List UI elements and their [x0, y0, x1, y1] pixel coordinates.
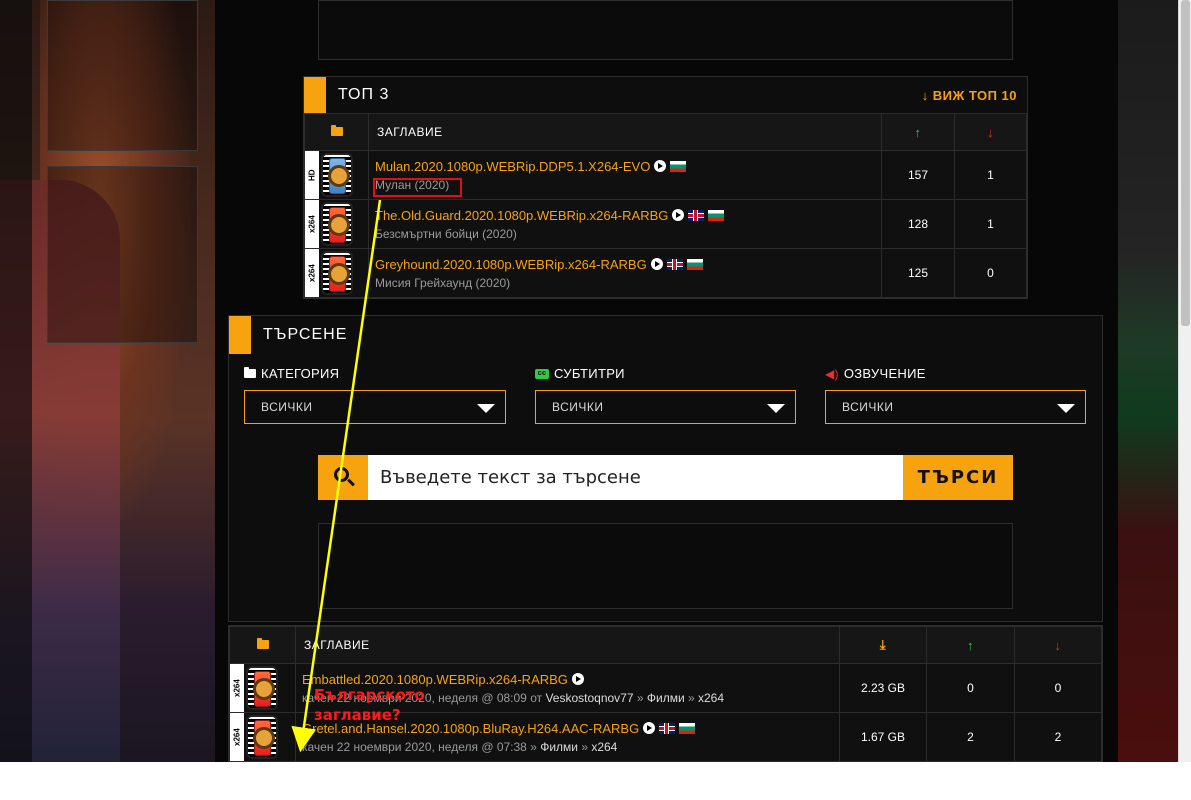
ad-box-top — [318, 0, 1013, 60]
top3-table: ЗАГЛАВИЕ ↑ ↓ HD Mulan.2020.1080p.WEBRip.… — [304, 113, 1027, 298]
category-thumbnail[interactable]: HD — [305, 151, 355, 199]
category-thumbnail[interactable]: x264 — [305, 249, 355, 297]
col-title[interactable]: ЗАГЛАВИЕ — [295, 626, 840, 664]
caret-down-icon — [767, 404, 785, 413]
leechers: 0 — [954, 248, 1027, 298]
play-icon[interactable] — [654, 160, 667, 172]
top3-title: ТОП 3 — [338, 86, 390, 103]
arrow-down-icon: ↓ — [921, 88, 929, 103]
search-header: ТЪРСЕНЕ — [229, 316, 1102, 354]
side-banner-middle — [47, 166, 198, 343]
seeders: 0 — [926, 663, 1015, 713]
table-row[interactable]: x264 The.Old.Guard.2020.1080p.WEBRip.x26… — [304, 199, 1027, 249]
seeders: 2 — [926, 712, 1015, 762]
ad-box-middle — [318, 523, 1013, 609]
search-title: ТЪРСЕНЕ — [263, 326, 348, 343]
download-icon: ⤓ — [879, 637, 887, 652]
cc-icon: cc — [535, 368, 549, 379]
arrow-down-icon: ↓ — [987, 124, 994, 140]
torrent-link[interactable]: Mulan.2020.1080p.WEBRip.DDP5.1.X264-EVO — [375, 159, 650, 174]
upload-meta: качен 22 ноември 2020, неделя @ 07:38 » … — [302, 739, 618, 754]
annotation-text: Българското заглавие? — [314, 686, 425, 724]
file-size: 1.67 GB — [839, 712, 927, 762]
caret-down-icon — [477, 404, 495, 413]
play-icon[interactable] — [650, 258, 663, 270]
file-size: 2.23 GB — [839, 663, 927, 713]
folder-icon — [256, 638, 269, 649]
category-thumbnail[interactable]: x264 — [230, 664, 280, 712]
play-icon[interactable] — [643, 722, 656, 734]
col-title[interactable]: ЗАГЛАВИЕ — [368, 113, 882, 151]
category-link[interactable]: Филми — [540, 740, 578, 754]
seeders: 157 — [881, 150, 955, 200]
view-top10-link[interactable]: ↓ ВИЖ ТОП 10 — [922, 88, 1017, 103]
search-input[interactable]: Въведете текст за търсене — [368, 455, 903, 500]
leechers: 1 — [954, 199, 1027, 249]
play-icon[interactable] — [571, 673, 584, 685]
search-bar: Въведете текст за търсене ТЪРСИ — [318, 455, 1013, 500]
audio-label: ◀) ОЗВУЧЕНИЕ — [825, 366, 926, 381]
uk-flag-icon — [688, 209, 705, 221]
subcategory-link[interactable]: x264 — [698, 691, 724, 705]
bg-flag-icon — [670, 160, 687, 172]
search-button[interactable]: ТЪРСИ — [903, 455, 1013, 500]
caret-down-icon — [1057, 404, 1075, 413]
category-thumbnail[interactable]: x264 — [230, 713, 280, 761]
seeders: 128 — [881, 199, 955, 249]
speaker-icon: ◀) — [825, 366, 839, 381]
leechers: 2 — [1014, 712, 1102, 762]
search-icon[interactable] — [318, 455, 368, 500]
subtitles-select[interactable]: ВСИЧКИ — [535, 390, 796, 424]
side-banner-top — [47, 0, 198, 151]
annotation-highlight-box — [373, 178, 462, 197]
browser-viewport: ТОП 3 ↓ ВИЖ ТОП 10 ЗАГЛАВИЕ ↑ ↓ HD Mulan… — [0, 0, 1191, 762]
vertical-scrollbar[interactable] — [1178, 0, 1191, 762]
category-label: КАТЕГОРИЯ — [244, 366, 339, 381]
torrent-link[interactable]: Greyhound.2020.1080p.WEBRip.x264-RARBG — [375, 257, 647, 272]
category-link[interactable]: Филми — [647, 691, 685, 705]
top3-header: ТОП 3 ↓ ВИЖ ТОП 10 — [304, 77, 1027, 113]
play-icon[interactable] — [672, 209, 685, 221]
arrow-up-icon: ↑ — [914, 124, 922, 140]
leechers: 0 — [1014, 663, 1102, 713]
subcategory-link[interactable]: x264 — [591, 740, 617, 754]
uploader-link[interactable]: Veskostoqnov77 — [545, 691, 633, 705]
uk-flag-icon — [659, 722, 676, 734]
seeders: 125 — [881, 248, 955, 298]
subtitles-label: cc СУБТИТРИ — [535, 366, 625, 381]
bg-flag-icon — [679, 722, 696, 734]
folder-icon — [330, 125, 343, 136]
scrollbar-thumb[interactable] — [1181, 0, 1190, 326]
background-art-right — [1118, 0, 1178, 762]
uk-flag-icon — [666, 258, 683, 270]
category-select[interactable]: ВСИЧКИ — [244, 390, 506, 424]
table-row[interactable]: x264 Greyhound.2020.1080p.WEBRip.x264-RA… — [304, 248, 1027, 298]
leechers: 1 — [954, 150, 1027, 200]
bg-flag-icon — [708, 209, 725, 221]
category-thumbnail[interactable]: x264 — [305, 200, 355, 248]
torrent-link[interactable]: The.Old.Guard.2020.1080p.WEBRip.x264-RAR… — [375, 208, 668, 223]
bulgarian-title: Мисия Грейхаунд (2020) — [375, 275, 511, 290]
bulgarian-title: Безсмъртни бойци (2020) — [375, 226, 517, 241]
audio-select[interactable]: ВСИЧКИ — [825, 390, 1086, 424]
folder-icon — [244, 367, 256, 378]
arrow-up-icon: ↑ — [967, 637, 974, 653]
arrow-down-icon: ↓ — [1054, 637, 1062, 653]
bg-flag-icon — [686, 258, 703, 270]
